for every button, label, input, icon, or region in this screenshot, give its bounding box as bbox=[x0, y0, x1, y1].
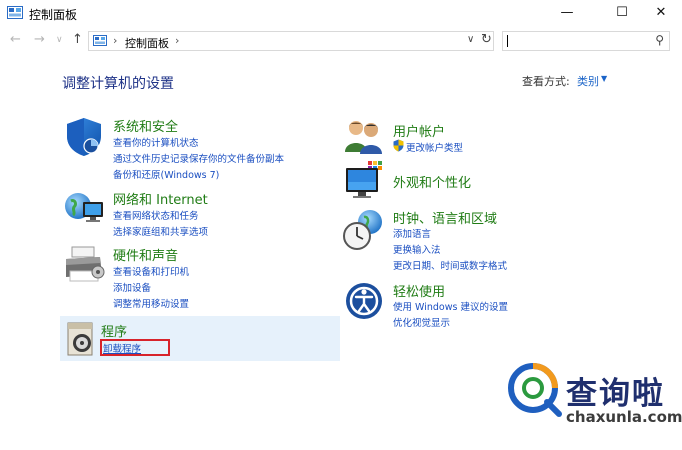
title-bar: 控制面板 — ☐ ✕ bbox=[0, 0, 682, 28]
close-button[interactable]: ✕ bbox=[638, 0, 682, 28]
page-title: 调整计算机的设置 bbox=[62, 76, 174, 92]
link-mobility-settings[interactable]: 调整常用移动设置 bbox=[113, 296, 189, 310]
globe-network-icon[interactable] bbox=[63, 189, 105, 229]
link-devices-printers[interactable]: 查看设备和打印机 bbox=[113, 264, 189, 278]
address-bar: ← → ∨ ↑ › 控制面板 › ∨ ↻ ⚲ bbox=[0, 28, 682, 54]
uac-shield-icon bbox=[393, 139, 404, 152]
watermark-logo-icon bbox=[508, 363, 562, 417]
category-title-hardware-sound[interactable]: 硬件和声音 bbox=[113, 245, 178, 264]
window-title: 控制面板 bbox=[29, 8, 78, 22]
link-homegroup-sharing[interactable]: 选择家庭组和共享选项 bbox=[113, 224, 208, 238]
breadcrumb-separator-icon[interactable]: › bbox=[175, 34, 179, 47]
link-view-computer-status[interactable]: 查看你的计算机状态 bbox=[113, 135, 199, 149]
clock-globe-icon[interactable] bbox=[342, 208, 386, 252]
category-title-appearance[interactable]: 外观和个性化 bbox=[393, 172, 471, 191]
watermark-text: 查询啦 bbox=[566, 376, 665, 412]
view-by-select[interactable]: 类别 bbox=[577, 73, 599, 89]
link-add-device[interactable]: 添加设备 bbox=[113, 280, 151, 294]
category-title-network-internet[interactable]: 网络和 Internet bbox=[113, 189, 208, 208]
recent-locations-chevron-icon[interactable]: ∨ bbox=[56, 35, 63, 45]
watermark-url: chaxunla.com bbox=[566, 408, 682, 426]
minimize-button[interactable]: — bbox=[544, 0, 590, 28]
forward-arrow-icon[interactable]: → bbox=[34, 32, 45, 47]
up-arrow-icon[interactable]: ↑ bbox=[72, 32, 83, 47]
link-optimize-visual-display[interactable]: 优化视觉显示 bbox=[393, 315, 450, 329]
search-input[interactable]: ⚲ bbox=[502, 31, 670, 51]
link-change-input-method[interactable]: 更换输入法 bbox=[393, 242, 441, 256]
link-add-language[interactable]: 添加语言 bbox=[393, 226, 431, 240]
category-title-user-accounts[interactable]: 用户帐户 bbox=[393, 121, 445, 140]
printer-icon[interactable] bbox=[62, 245, 106, 285]
control-panel-path-icon bbox=[93, 35, 107, 46]
ease-of-access-icon[interactable] bbox=[344, 281, 384, 321]
view-by-label: 查看方式: bbox=[522, 75, 570, 88]
link-view-network-status[interactable]: 查看网络状态和任务 bbox=[113, 208, 199, 222]
link-recommended-settings[interactable]: 使用 Windows 建议的设置 bbox=[393, 299, 508, 313]
refresh-icon[interactable]: ↻ bbox=[481, 32, 492, 47]
category-title-clock-region[interactable]: 时钟、语言和区域 bbox=[393, 208, 497, 227]
users-icon[interactable] bbox=[344, 118, 384, 154]
annotation-highlight-box bbox=[100, 339, 170, 356]
category-title-ease-of-access[interactable]: 轻松使用 bbox=[393, 281, 445, 300]
breadcrumb-control-panel[interactable]: 控制面板 bbox=[125, 35, 169, 51]
link-change-account-type[interactable]: 更改帐户类型 bbox=[406, 140, 463, 154]
link-date-time-format[interactable]: 更改日期、时间或数字格式 bbox=[393, 258, 507, 272]
link-backup-restore[interactable]: 备份和还原(Windows 7) bbox=[113, 167, 219, 181]
programs-disc-icon[interactable] bbox=[66, 321, 100, 357]
link-file-history-backup[interactable]: 通过文件历史记录保存你的文件备份副本 bbox=[113, 151, 284, 165]
shield-icon[interactable] bbox=[63, 116, 105, 158]
view-by-dropdown-icon[interactable]: ▼ bbox=[601, 74, 607, 83]
category-title-programs[interactable]: 程序 bbox=[101, 321, 127, 340]
monitor-color-icon[interactable] bbox=[344, 160, 386, 200]
control-panel-app-icon bbox=[7, 6, 23, 19]
search-icon[interactable]: ⚲ bbox=[655, 33, 664, 47]
category-title-system-security[interactable]: 系统和安全 bbox=[113, 116, 178, 135]
address-path-box[interactable]: › 控制面板 › ∨ ↻ bbox=[88, 31, 494, 51]
breadcrumb-separator-icon[interactable]: › bbox=[113, 34, 117, 47]
back-arrow-icon[interactable]: ← bbox=[10, 32, 21, 47]
address-dropdown-chevron-icon[interactable]: ∨ bbox=[467, 34, 474, 45]
text-caret bbox=[507, 35, 508, 47]
